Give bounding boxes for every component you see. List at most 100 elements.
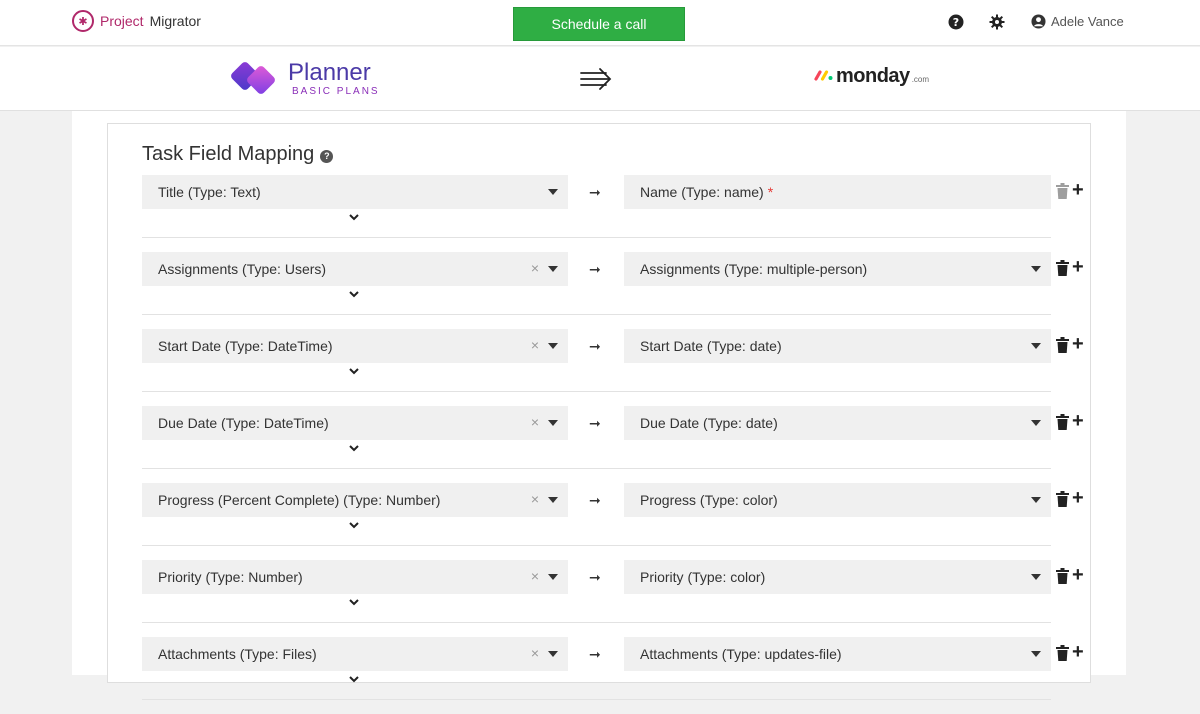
caret-down-icon[interactable] — [1031, 343, 1041, 349]
caret-down-icon[interactable] — [548, 651, 558, 657]
source-field-value: Priority (Type: Number) — [158, 569, 303, 585]
row-divider — [142, 468, 1051, 469]
row-divider — [142, 391, 1051, 392]
user-circle-icon — [1031, 14, 1046, 29]
caret-down-icon[interactable] — [1031, 266, 1041, 272]
brand-logo-icon: ✱ — [72, 10, 94, 32]
row-divider — [142, 237, 1051, 238]
target-field-value: Assignments (Type: multiple-person) — [640, 261, 868, 277]
chevron-down-icon[interactable] — [349, 521, 359, 529]
clear-selection-icon[interactable]: × — [531, 337, 539, 353]
source-field-value: Attachments (Type: Files) — [158, 646, 317, 662]
caret-down-icon[interactable] — [548, 497, 558, 503]
target-field-value: Start Date (Type: date) — [640, 338, 782, 354]
caret-down-icon[interactable] — [548, 266, 558, 272]
chevron-down-icon[interactable] — [349, 598, 359, 606]
target-platform-name: monday — [836, 65, 910, 87]
monday-logo-icon — [814, 70, 833, 81]
source-field-value: Assignments (Type: Users) — [158, 261, 327, 277]
help-circle-icon[interactable]: ? — [948, 14, 964, 30]
add-row-icon[interactable]: + — [1072, 334, 1084, 354]
caret-down-icon[interactable] — [548, 574, 558, 580]
source-field-select[interactable]: Assignments (Type: Users) × — [142, 252, 568, 286]
target-field-value: Priority (Type: color) — [640, 569, 766, 585]
add-row-icon[interactable]: + — [1072, 642, 1084, 662]
target-field-value: Attachments (Type: updates-file) — [640, 646, 842, 662]
mapping-row: Title (Type: Text) ➞ Name (Type: name) *… — [142, 175, 1092, 252]
target-field-select[interactable]: Due Date (Type: date) — [624, 406, 1051, 440]
add-row-icon[interactable]: + — [1072, 565, 1084, 585]
mapping-row: Assignments (Type: Users) × ➞ Assignment… — [142, 252, 1092, 329]
source-platform-subtitle: BASIC PLANS — [292, 86, 380, 97]
caret-down-icon[interactable] — [548, 420, 558, 426]
gear-icon[interactable] — [989, 14, 1005, 30]
source-field-select[interactable]: Progress (Percent Complete) (Type: Numbe… — [142, 483, 568, 517]
chevron-down-icon[interactable] — [349, 290, 359, 298]
caret-down-icon[interactable] — [1031, 420, 1041, 426]
mapping-arrow-icon: ➞ — [589, 415, 601, 431]
chevron-down-icon[interactable] — [349, 367, 359, 375]
target-field-select[interactable]: Progress (Type: color) — [624, 483, 1051, 517]
trash-icon[interactable] — [1056, 414, 1069, 430]
app-brand[interactable]: ✱ Project Migrator — [72, 10, 201, 32]
mapping-row: Progress (Percent Complete) (Type: Numbe… — [142, 483, 1092, 560]
trash-icon[interactable] — [1056, 491, 1069, 507]
caret-down-icon[interactable] — [1031, 574, 1041, 580]
mapping-arrow-icon: ➞ — [589, 338, 601, 354]
clear-selection-icon[interactable]: × — [531, 645, 539, 661]
mapping-row: Priority (Type: Number) × ➞ Priority (Ty… — [142, 560, 1092, 637]
mapping-arrow-icon: ➞ — [589, 184, 601, 200]
trash-icon[interactable] — [1056, 645, 1069, 661]
caret-down-icon[interactable] — [1031, 497, 1041, 503]
svg-text:?: ? — [953, 16, 959, 29]
clear-selection-icon[interactable]: × — [531, 491, 539, 507]
user-menu[interactable]: Adele Vance — [1031, 14, 1124, 29]
target-field-select[interactable]: Start Date (Type: date) — [624, 329, 1051, 363]
planner-logo-icon — [231, 62, 275, 94]
user-name: Adele Vance — [1051, 14, 1124, 29]
add-row-icon[interactable]: + — [1072, 411, 1084, 431]
mapping-arrow-icon: ➞ — [589, 492, 601, 508]
target-field-value: Due Date (Type: date) — [640, 415, 778, 431]
required-indicator: * — [767, 184, 774, 200]
caret-down-icon[interactable] — [548, 343, 558, 349]
source-field-value: Due Date (Type: DateTime) — [158, 415, 329, 431]
row-divider — [142, 314, 1051, 315]
source-field-select[interactable]: Start Date (Type: DateTime) × — [142, 329, 568, 363]
source-platform-name: Planner — [288, 59, 371, 86]
brand-name-part2: Migrator — [149, 13, 201, 29]
mapping-arrow-icon: ➞ — [589, 261, 601, 277]
trash-icon[interactable] — [1056, 260, 1069, 276]
mapping-row: Attachments (Type: Files) × ➞ Attachment… — [142, 637, 1092, 714]
target-field-select[interactable]: Assignments (Type: multiple-person) — [624, 252, 1051, 286]
row-divider — [142, 699, 1051, 700]
clear-selection-icon[interactable]: × — [531, 414, 539, 430]
chevron-down-icon[interactable] — [349, 444, 359, 452]
target-platform-suffix: .com — [911, 75, 930, 84]
clear-selection-icon[interactable]: × — [531, 260, 539, 276]
row-divider — [142, 622, 1051, 623]
section-title: Task Field Mapping ? — [142, 143, 334, 166]
target-field-select[interactable]: Priority (Type: color) — [624, 560, 1051, 594]
target-field-select[interactable]: Name (Type: name) * — [624, 175, 1051, 209]
caret-down-icon[interactable] — [1031, 651, 1041, 657]
clear-selection-icon[interactable]: × — [531, 568, 539, 584]
source-field-value: Progress (Percent Complete) (Type: Numbe… — [158, 492, 441, 508]
target-field-select[interactable]: Attachments (Type: updates-file) — [624, 637, 1051, 671]
add-row-icon[interactable]: + — [1072, 488, 1084, 508]
source-field-select[interactable]: Due Date (Type: DateTime) × — [142, 406, 568, 440]
trash-icon[interactable] — [1056, 568, 1069, 584]
add-row-icon[interactable]: + — [1072, 257, 1084, 277]
chevron-down-icon[interactable] — [349, 213, 359, 221]
source-field-select[interactable]: Priority (Type: Number) × — [142, 560, 568, 594]
source-field-value: Title (Type: Text) — [158, 184, 261, 200]
trash-icon[interactable] — [1056, 337, 1069, 353]
question-circle-icon[interactable]: ? — [320, 149, 334, 163]
schedule-call-button[interactable]: Schedule a call — [513, 7, 685, 41]
chevron-down-icon[interactable] — [349, 675, 359, 683]
add-row-icon[interactable]: + — [1072, 180, 1084, 200]
source-field-select[interactable]: Attachments (Type: Files) × — [142, 637, 568, 671]
caret-down-icon[interactable] — [548, 189, 558, 195]
trash-icon — [1056, 183, 1069, 199]
source-field-select[interactable]: Title (Type: Text) — [142, 175, 568, 209]
